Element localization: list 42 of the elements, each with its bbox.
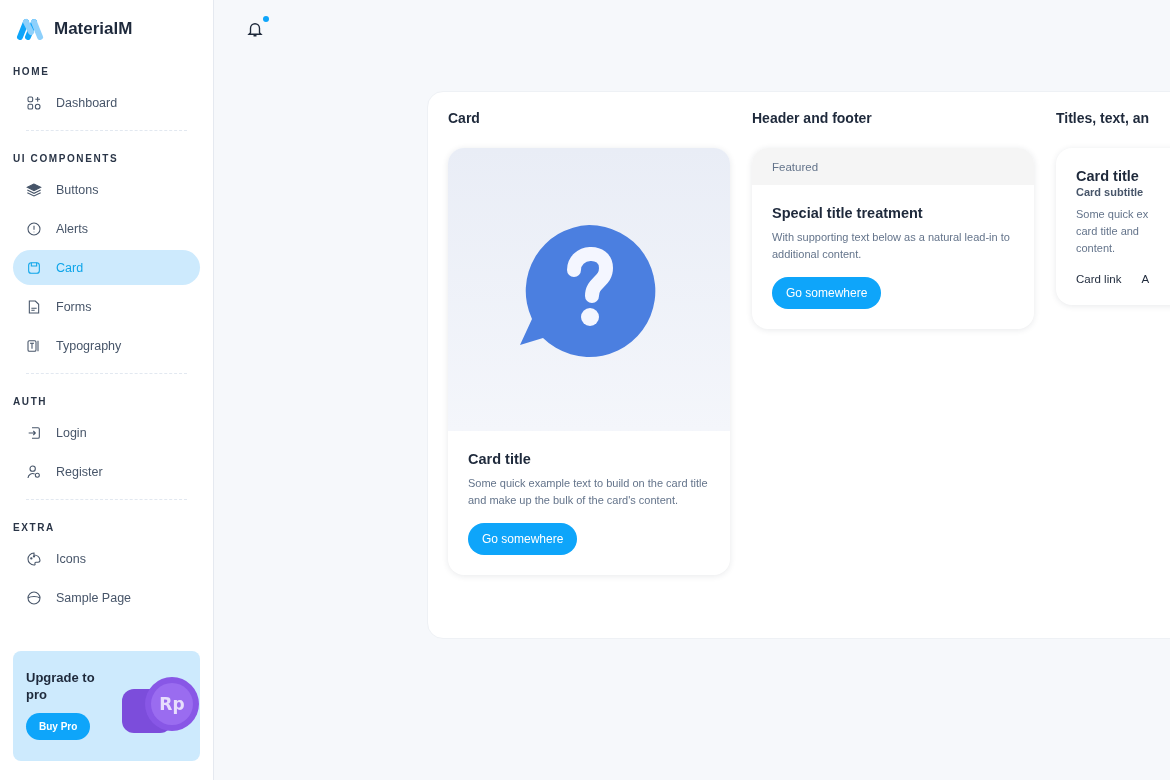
section-title: EXTRA: [13, 522, 56, 533]
section-heading: Header and footer: [752, 110, 873, 128]
card-text-line: card title and: [1076, 224, 1140, 239]
section-title: UI COMPONENTS: [13, 153, 120, 164]
user-icon: [26, 463, 42, 480]
card-link[interactable]: Card link: [1076, 273, 1122, 285]
file-icon: [26, 298, 42, 315]
card-text: Some quick example text to build on the card title and make up the bulk of the card's content.: [468, 476, 709, 508]
login-icon: [26, 424, 42, 441]
card-title: Card title: [1076, 168, 1140, 184]
nav-item[interactable]: Dashboard: [13, 85, 200, 120]
alert-icon: [26, 220, 42, 237]
card-title: Card title: [468, 451, 532, 467]
card-link[interactable]: A: [1141, 273, 1150, 285]
upgrade-title: Upgrade to pro: [26, 669, 96, 703]
dashboard-icon: [26, 94, 42, 111]
section-title: HOME: [13, 66, 51, 77]
nav-item[interactable]: Sample Page: [13, 580, 200, 615]
nav-item[interactable]: Forms: [13, 289, 200, 324]
card-title: Special title treatment: [772, 205, 924, 221]
nav-item[interactable]: Register: [13, 454, 200, 489]
nav-item[interactable]: Login: [13, 415, 200, 450]
section-heading: Titles, text, an: [1056, 110, 1151, 128]
logo-icon: [15, 18, 45, 40]
brand-name: MaterialM: [54, 19, 133, 39]
card-text: With supporting text below as a natural lead-in to additional content.: [772, 230, 1011, 262]
section-heading: Card: [448, 110, 481, 128]
planet-icon: [26, 589, 42, 606]
card-header: Featured: [752, 148, 1034, 185]
card-icon: [26, 259, 42, 276]
notification-bell-icon[interactable]: [246, 20, 264, 38]
nav-item[interactable]: Buttons: [13, 172, 200, 207]
card-text-line: Some quick ex: [1076, 207, 1150, 222]
nav-item[interactable]: Typography: [13, 328, 200, 363]
section-title: AUTH: [13, 396, 49, 407]
card-subtitle: Card subtitle: [1076, 186, 1145, 198]
palette-icon: [26, 550, 42, 567]
layers-icon: [26, 181, 42, 198]
type-icon: [26, 337, 42, 354]
card-text-line: content.: [1076, 241, 1117, 256]
nav-item[interactable]: Alerts: [13, 211, 200, 246]
nav-item[interactable]: Icons: [13, 541, 200, 576]
